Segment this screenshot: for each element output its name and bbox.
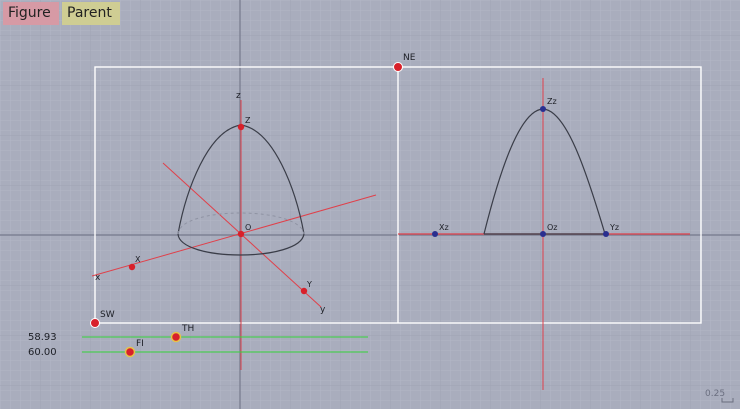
fi-slider-handle[interactable] (124, 346, 136, 358)
x-point-label: X (135, 255, 141, 264)
o-point-label: O (245, 223, 251, 232)
z-axis-label: z (236, 91, 241, 101)
th-label: TH (181, 324, 194, 334)
ne-handle[interactable] (393, 62, 403, 72)
x-point[interactable] (128, 263, 136, 271)
ne-label: NE (403, 53, 416, 63)
parent-button[interactable]: Parent (62, 2, 120, 25)
diagram-svg[interactable]: NE SW TH FI z Z O x X Y y Xz Oz Yz Zz 58… (0, 0, 740, 409)
yz-point[interactable] (603, 231, 609, 237)
sw-handle[interactable] (90, 318, 100, 328)
zz-label: Zz (547, 97, 557, 106)
fi-value: 60.00 (28, 347, 57, 358)
xz-point[interactable] (432, 231, 438, 237)
yz-label: Yz (609, 223, 619, 232)
xz-label: Xz (439, 223, 449, 232)
scale-label: 0.25 (705, 389, 725, 399)
y-point-label: Y (306, 280, 312, 289)
x-axis-label: x (95, 273, 101, 283)
drawing-canvas[interactable]: NE SW TH FI z Z O x X Y y Xz Oz Yz Zz 58… (0, 0, 740, 409)
oz-point[interactable] (540, 231, 546, 237)
o-point[interactable] (237, 230, 245, 238)
th-value: 58.93 (28, 332, 57, 343)
zz-point[interactable] (540, 106, 546, 112)
th-slider-handle[interactable] (170, 331, 182, 343)
major-grid (0, 0, 740, 409)
fi-label: FI (136, 339, 144, 349)
z-point[interactable] (237, 123, 245, 131)
z-point-label: Z (245, 116, 251, 125)
figure-button[interactable]: Figure (3, 2, 59, 25)
oz-label: Oz (547, 223, 558, 232)
y-axis-label: y (320, 305, 326, 315)
sw-label: SW (100, 310, 115, 320)
